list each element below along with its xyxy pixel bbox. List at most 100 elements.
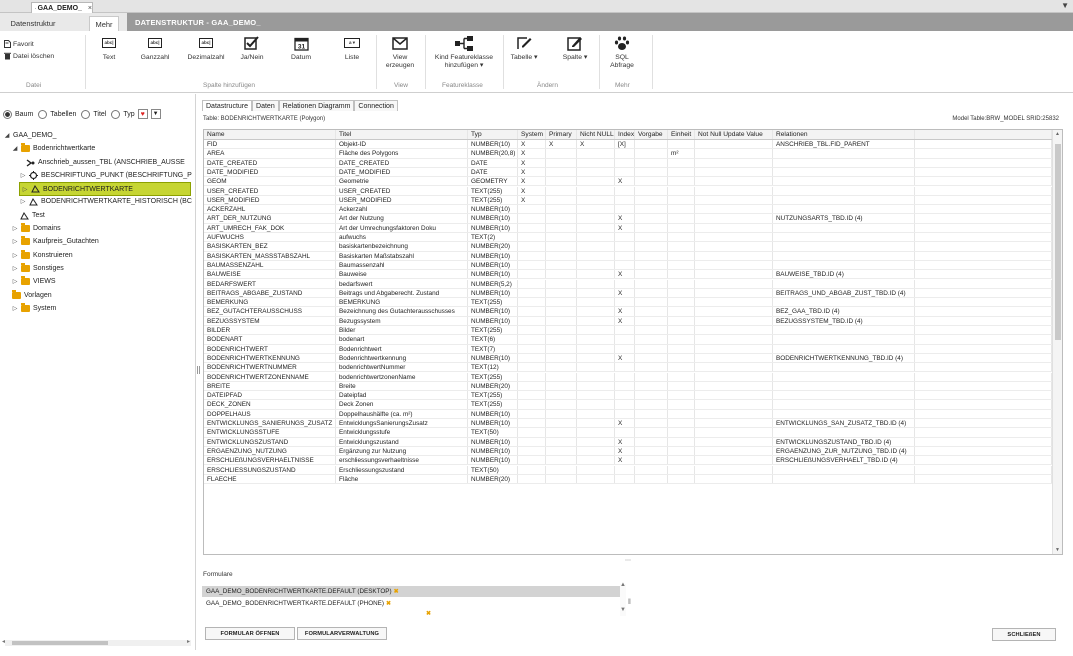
header-relationen[interactable]: Relationen	[773, 130, 915, 139]
tree-node[interactable]: ▷ BESCHRIFTUNG_PUNKT (BESCHRIFTUNG_P	[20, 170, 192, 181]
table-row[interactable]: BASISKARTEN_BEZ basiskartenbezeichnung NUM…	[204, 242, 1052, 252]
tree-node[interactable]: ▷ Kaufpreis_Gutachten	[12, 236, 99, 247]
add-integer-column-button[interactable]: abc| Ganzzahl	[138, 34, 172, 62]
view-erzeugen-button[interactable]: View erzeugen	[383, 34, 417, 70]
table-row[interactable]: ERGAENZUNG_NUTZUNG Ergänzung zur Nutzung N…	[204, 446, 1052, 457]
expand-arrow-icon[interactable]: ▷	[22, 186, 28, 193]
titel-radio[interactable]	[81, 109, 91, 119]
add-boolean-column-button[interactable]: Ja/Nein	[236, 34, 268, 62]
form-list-scrollbar[interactable]: ▲ ▼	[620, 582, 626, 616]
tree-node[interactable]: Anschrieb_aussen_TBL (ANSCHRIEB_AUSSE	[26, 157, 185, 168]
favorites-filter-button[interactable]: ♥	[137, 109, 148, 119]
header-titel[interactable]: Titel	[336, 130, 468, 139]
kind-featureklasse-button[interactable]: Kind Featureklasse hinzufügen ▾	[430, 34, 498, 70]
expand-arrow-icon[interactable]: ▷	[12, 225, 18, 232]
table-row[interactable]: FID Objekt-ID NUMBER(10) X X X [X] ANSCHRIEB_TB…	[204, 140, 1052, 150]
tab-connection[interactable]: Connection	[354, 100, 398, 111]
table-row[interactable]: ENTWICKLUNGSZUSTAND Entwicklungszustand NU…	[204, 437, 1052, 447]
header-name[interactable]: Name	[204, 130, 336, 139]
table-row[interactable]: ART_DER_NUTZUNG Art der Nutzung NUMBER(10)…	[204, 214, 1052, 224]
expand-arrow-icon[interactable]: ◢	[4, 132, 10, 139]
tab-daten[interactable]: Daten	[252, 100, 279, 111]
table-row[interactable]: USER_CREATED USER_CREATED TEXT(255) X	[204, 186, 1052, 196]
formular-oeffnen-button[interactable]: FORMULAR ÖFFNEN	[205, 627, 295, 640]
add-text-column-button[interactable]: abc| Text	[98, 34, 120, 62]
add-list-column-button[interactable]: a ▾ Liste	[340, 34, 364, 62]
spalte-dropdown-button[interactable]: Spalte ▾	[560, 34, 590, 62]
tree-node[interactable]: Vorlagen	[12, 290, 52, 301]
form-item[interactable]: GAA_DEMO_BODENRICHTWERTKARTE.DEFAULT (PH…	[202, 598, 620, 609]
table-row[interactable]: FLAECHE Fläche NUMBER(20)	[204, 474, 1052, 485]
header-primary[interactable]: Primary	[546, 130, 577, 139]
scrollbar-thumb[interactable]	[12, 641, 108, 645]
form-item[interactable]: GAA_DEMO_BODENRICHTWERTKARTE.DEFAULT (DE…	[202, 586, 620, 597]
expand-arrow-icon[interactable]: ▷	[12, 265, 18, 272]
scroll-down-icon[interactable]: ▼	[620, 607, 626, 613]
schliessen-button[interactable]: SCHLIEßEN	[992, 628, 1056, 641]
scroll-right-icon[interactable]: ▸	[187, 638, 190, 645]
table-row[interactable]: BEZ_GUTACHTERAUSSCHUSS Bezeichnung des Gu…	[204, 307, 1052, 317]
table-row[interactable]: BODENART bodenart TEXT(6)	[204, 335, 1052, 345]
table-row[interactable]: ERSCHLIESSUNGSZUSTAND Erschliessungszusta…	[204, 465, 1052, 475]
tabellen-radio[interactable]	[38, 109, 48, 119]
tree-node[interactable]: ◢ Bodenrichtwertkarte	[12, 143, 95, 154]
header-index[interactable]: Index	[615, 130, 635, 139]
table-row[interactable]: BODENRICHTWERTKENNUNG Bodenrichtwertkennu…	[204, 353, 1052, 364]
tree-node[interactable]: ▷ BODENRICHTWERTKARTE	[19, 182, 191, 196]
table-row[interactable]: USER_MODIFIED USER_MODIFIED TEXT(255) X	[204, 195, 1052, 206]
tree-node[interactable]: ▷ BODENRICHTWERTKARTE_HISTORISCH (BC	[20, 196, 192, 207]
add-decimal-column-button[interactable]: abc| Dezimalzahl	[186, 34, 226, 62]
table-row[interactable]: BAUWEISE Bauweise NUMBER(10) X BAUWEISE_TBD.…	[204, 270, 1052, 280]
header-not-null-update[interactable]: Not Null Update Value	[695, 130, 773, 139]
tree-node[interactable]: ▷ Konstruieren	[12, 250, 73, 261]
table-row[interactable]: BAUMASSENZAHL Baumassenzahl NUMBER(10)	[204, 260, 1052, 271]
table-row[interactable]: BILDER Bilder TEXT(255)	[204, 326, 1052, 336]
table-row[interactable]: AUFWUCHS aufwuchs TEXT(2)	[204, 233, 1052, 243]
resize-grip-icon[interactable]: ⋯	[625, 557, 631, 564]
table-row[interactable]: DATE_CREATED DATE_CREATED DATE X	[204, 158, 1052, 168]
tree-node[interactable]: ▷ Sonstiges	[12, 263, 64, 274]
tree-node[interactable]: ▷ Domains	[12, 223, 61, 234]
table-row[interactable]: BASISKARTEN_MASSSTABSZAHL Basiskarten Maß…	[204, 251, 1052, 261]
form-item[interactable]: ✖	[202, 610, 620, 617]
table-row[interactable]: BEZUGSSYSTEM Bezugssystem NUMBER(10) X BEZUG…	[204, 316, 1052, 326]
table-row[interactable]: AREA Fläche des Polygons NUMBER(20,8) Xm²	[204, 149, 1052, 159]
table-row[interactable]: ACKERZAHL Ackerzahl NUMBER(10)	[204, 205, 1052, 215]
scroll-left-icon[interactable]: ◂	[2, 638, 5, 645]
splitter-grip-icon[interactable]: ‖	[628, 599, 631, 606]
table-row[interactable]: DATE_MODIFIED DATE_MODIFIED DATE X	[204, 167, 1052, 178]
document-tab[interactable]: GAA_DEMO_ ×	[31, 2, 93, 13]
header-einheit[interactable]: Einheit	[668, 130, 695, 139]
add-date-column-button[interactable]: 31 Datum	[286, 34, 316, 62]
table-row[interactable]: BODENRICHTWERTNUMMER bodenrichtwertNummer…	[204, 363, 1052, 373]
table-row[interactable]: BODENRICHTWERTZONENNAME bodenrichtwertzon…	[204, 372, 1052, 382]
table-row[interactable]: BEMERKUNG BEMERKUNG TEXT(255)	[204, 298, 1052, 308]
close-icon[interactable]: ×	[88, 5, 92, 12]
expand-arrow-icon[interactable]: ▷	[12, 305, 18, 312]
table-row[interactable]: ENTWICKLUNGS_SANIERUNGS_ZUSATZ Entwicklun…	[204, 419, 1052, 429]
sql-abfrage-button[interactable]: SQL Abfrage	[604, 34, 640, 70]
table-row[interactable]: BODENRICHTWERT Bodenrichtwert TEXT(7)	[204, 344, 1052, 354]
favorit-button[interactable]: Favorit	[4, 40, 34, 48]
header-extra[interactable]	[915, 130, 1052, 139]
tab-datenstruktur[interactable]: Datenstruktur	[2, 16, 64, 31]
tab-mehr[interactable]: Mehr	[89, 16, 119, 31]
expand-arrow-icon[interactable]: ▷	[20, 172, 26, 179]
expand-arrow-icon[interactable]: ▷	[12, 238, 18, 245]
header-vorgabe[interactable]: Vorgabe	[635, 130, 668, 139]
header-typ[interactable]: Typ	[468, 130, 518, 139]
scroll-up-icon[interactable]: ▲	[1055, 131, 1060, 137]
baum-radio[interactable]	[3, 109, 12, 119]
datei-loeschen-button[interactable]: Datei löschen	[4, 52, 54, 60]
tree-node[interactable]: ▷ System	[12, 303, 56, 314]
table-row[interactable]: ENTWICKLUNGSSTUFE Entwicklungsstufe TEXT(5…	[204, 428, 1052, 438]
header-system[interactable]: System	[518, 130, 546, 139]
table-row[interactable]: ERSCHLIEßUNGSVERHAELTNISSE erschliessungs…	[204, 456, 1052, 466]
header-nicht-null[interactable]: Nicht NULL	[577, 130, 615, 139]
table-row[interactable]: BREITE Breite NUMBER(20)	[204, 381, 1052, 392]
tree-horizontal-scrollbar[interactable]	[5, 640, 191, 646]
tree-node[interactable]: Test	[20, 210, 45, 221]
tab-relationen-diagramm[interactable]: Relationen Diagramm	[278, 100, 355, 111]
scroll-up-icon[interactable]: ▲	[620, 582, 626, 588]
table-row[interactable]: DOPPELHAUS Doppelhaushälfte (ca. m²) NUMBE…	[204, 409, 1052, 419]
